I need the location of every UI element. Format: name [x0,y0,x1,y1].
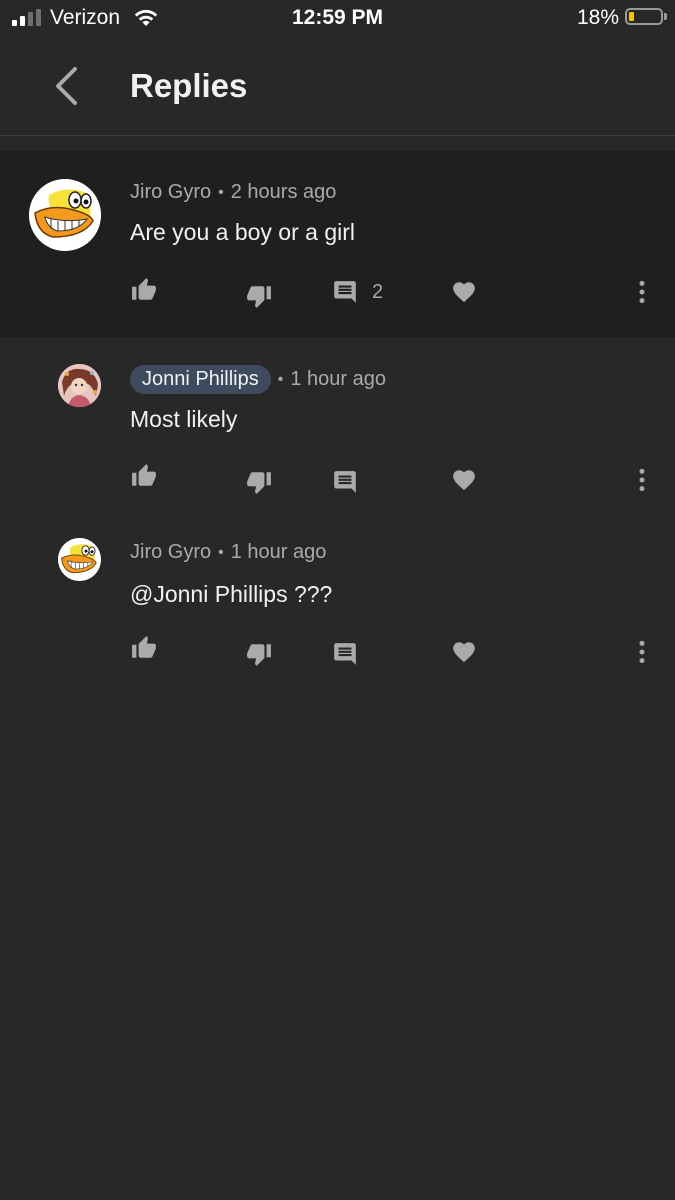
more-vert-icon [639,280,645,304]
thumbs-down-icon [247,286,271,308]
thumbs-down-icon [247,472,271,494]
thumbs-down-icon [247,644,271,666]
comment-text: @Jonni Phillips ??? [130,581,333,607]
comment-icon [334,281,356,303]
dislike-button[interactable] [245,641,273,667]
like-button[interactable] [130,277,158,303]
avatar[interactable] [29,179,101,251]
comment-time: 2 hours ago [230,181,337,203]
comment-icon [334,643,356,665]
heart-icon [453,282,475,303]
comment-icon [334,471,356,493]
comment-meta: Jiro Gyro • 1 hour ago [130,541,326,564]
page-title: Replies [130,67,248,104]
back-button[interactable] [44,64,88,108]
more-options-button[interactable] [629,639,655,665]
battery-icon [625,8,663,25]
comment-meta: Jiro Gyro • 2 hours ago [130,181,336,204]
reply-button[interactable]: 2 [332,279,383,305]
comment-author[interactable]: Jiro Gyro [130,541,211,564]
heart-button[interactable] [451,639,477,665]
clock: 12:59 PM [291,6,384,29]
duck-avatar-icon [58,538,101,581]
chevron-left-icon [56,67,77,105]
heart-icon [453,470,475,491]
duck-avatar-icon [29,179,101,251]
reply-comment: Jonni Phillips • 1 hour ago Most likely [0,337,675,509]
dislike-button[interactable] [245,283,273,309]
avatar[interactable] [58,364,101,407]
more-vert-icon [639,468,645,492]
reply-button[interactable] [332,641,358,667]
more-options-button[interactable] [629,467,655,493]
comment-text: Most likely [130,406,238,432]
comment-actions [0,461,675,501]
battery-nub [664,13,667,20]
heart-button[interactable] [451,279,477,305]
separator-dot: • [218,543,224,561]
like-button[interactable] [130,463,158,489]
dislike-button[interactable] [245,469,273,495]
thumbs-up-icon [132,464,156,486]
comment-time: 1 hour ago [230,541,327,563]
comment-actions: 2 [0,275,675,315]
thumbs-up-icon [132,636,156,658]
status-bar: Verizon 12:59 PM 18% [0,0,675,38]
reply-comment: Jiro Gyro • 1 hour ago @Jonni Phillips ?… [0,509,675,681]
battery-level [629,12,634,21]
separator-dot: • [218,183,224,201]
comment-actions [0,633,675,673]
illustrated-girl-avatar-icon [58,364,101,407]
header: Replies [0,38,675,136]
heart-button[interactable] [451,467,477,493]
reply-count: 2 [372,280,384,303]
reply-button[interactable] [332,469,358,495]
comment-meta: Jonni Phillips • 1 hour ago [130,365,386,394]
like-button[interactable] [130,635,158,661]
heart-icon [453,642,475,663]
avatar[interactable] [58,538,101,581]
comment-author[interactable]: Jiro Gyro [130,181,211,204]
battery-percent: 18% [576,6,619,29]
parent-comment: Jiro Gyro • 2 hours ago Are you a boy or… [0,151,675,337]
comment-time: 1 hour ago [290,368,386,390]
thumbs-up-icon [132,278,156,300]
separator-dot: • [277,370,284,388]
comment-text: Are you a boy or a girl [130,219,356,245]
comment-author-chip[interactable]: Jonni Phillips [130,365,271,394]
more-vert-icon [639,640,645,664]
more-options-button[interactable] [629,279,655,305]
